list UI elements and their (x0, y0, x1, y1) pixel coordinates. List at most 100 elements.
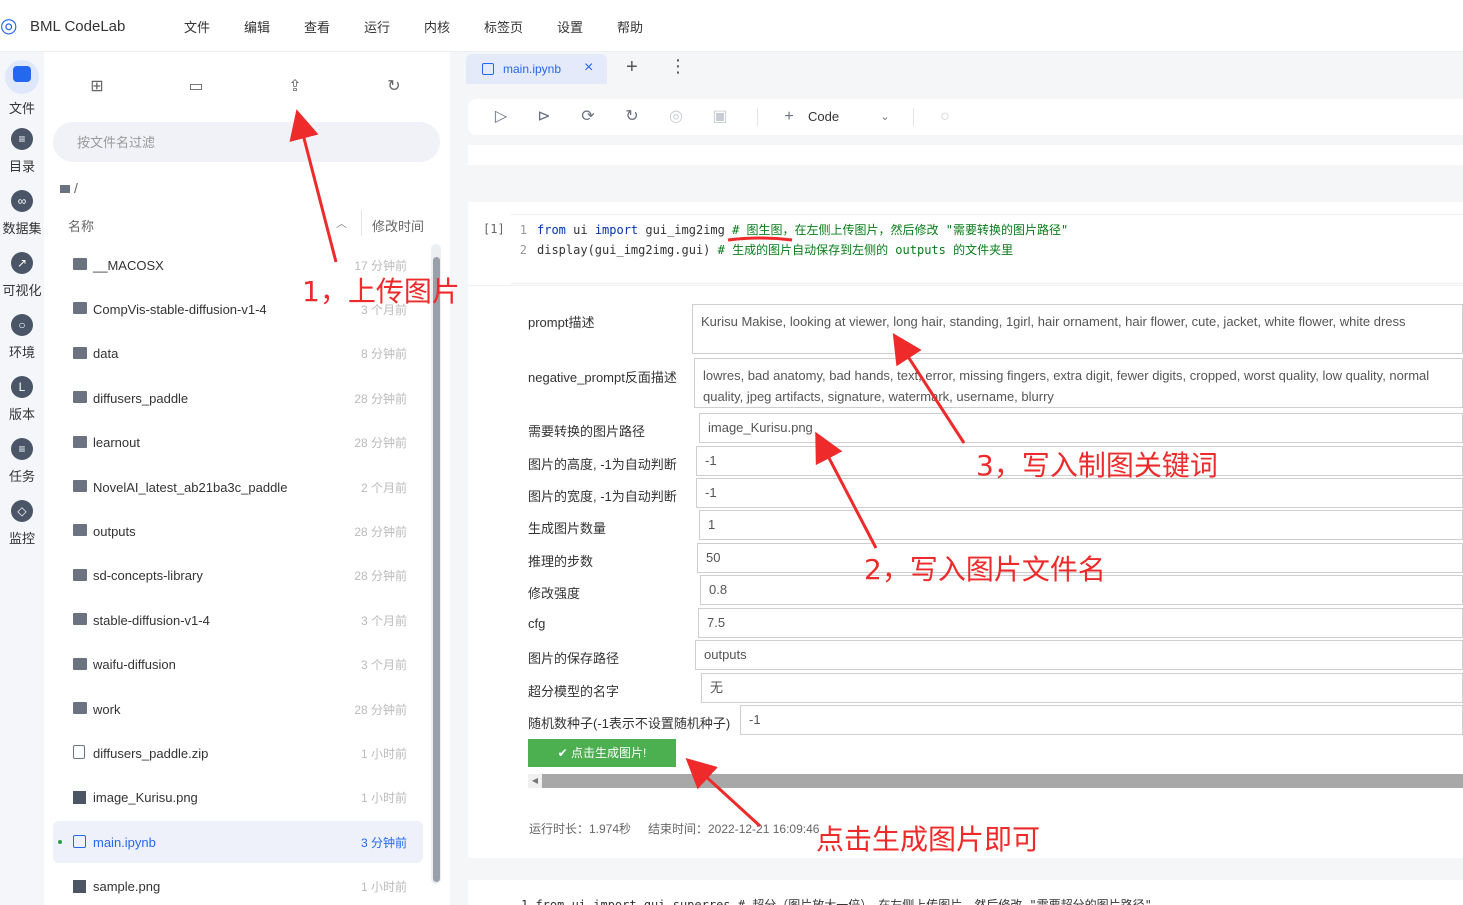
run-all-icon[interactable]: ⊳ (534, 107, 554, 127)
run-duration: 运行时长：1.974秒 (529, 822, 632, 836)
add-cell-icon[interactable]: + (779, 107, 799, 127)
prompt-textarea[interactable]: Kurisu Makise, looking at viewer, long h… (692, 304, 1463, 354)
file-name: waifu-diffusion (93, 657, 176, 673)
new-file-icon[interactable]: ⊞ (88, 78, 106, 96)
file-list-scroll-thumb[interactable] (433, 257, 440, 882)
new-folder-icon[interactable]: ▭ (187, 78, 205, 96)
clock-icon: L (11, 376, 33, 398)
chevron-down-icon[interactable]: ⌄ (875, 107, 895, 127)
menu-kernel[interactable]: 内核 (424, 17, 450, 36)
menu-settings[interactable]: 设置 (557, 17, 583, 36)
save-path-input[interactable]: outputs (695, 640, 1463, 670)
code-comment: # 生成的图片自动保存到左侧的 outputs 的文件夹里 (717, 243, 1014, 257)
column-header-modified[interactable]: 修改时间 (372, 216, 424, 235)
cell-type-select[interactable]: Code (808, 109, 839, 124)
file-row[interactable]: sd-concepts-library 28 分钟前 (53, 555, 423, 597)
rail-item-version[interactable]: L 版本 (0, 376, 44, 423)
next-code-cell[interactable]: 1 from ui import gui_superres # 超分（图片放大一… (468, 880, 1463, 905)
file-row[interactable]: diffusers_paddle.zip 1 小时前 (53, 732, 423, 774)
previous-cell[interactable] (468, 145, 1463, 165)
rail-item-toc[interactable]: ≡ 目录 (0, 128, 44, 175)
app-logo[interactable]: ◎ BML CodeLab (0, 14, 125, 38)
file-row[interactable]: sample.png 1 小时前 (53, 866, 423, 905)
folder-icon (73, 524, 87, 537)
code-text: gui_img2img (638, 223, 733, 237)
breadcrumb-path: / (74, 180, 78, 196)
file-row[interactable]: outputs 28 分钟前 (53, 510, 423, 552)
rail-item-visualize[interactable]: ↗ 可视化 (0, 252, 44, 299)
file-row[interactable]: diffusers_paddle 28 分钟前 (53, 377, 423, 419)
sort-asc-icon[interactable]: ︿ (336, 215, 347, 231)
folder-icon (73, 391, 87, 404)
output-h-scrollbar[interactable]: ◀ (528, 774, 1463, 788)
code-keyword: from (537, 223, 566, 237)
image-path-label: 需要转换的图片路径 (528, 424, 646, 439)
count-input[interactable]: 1 (699, 510, 1463, 540)
sr-model-input[interactable]: 无 (701, 673, 1463, 703)
menu-help[interactable]: 帮助 (617, 17, 643, 36)
file-browser: ⊞ ▭ ⇪ ↻ / 名称 ︿ 修改时间 __MACOSX17 分钟前CompVi… (44, 52, 450, 905)
file-row[interactable]: waifu-diffusion 3 个月前 (53, 644, 423, 686)
more-vertical-icon[interactable]: ⋮ (669, 56, 687, 77)
file-row[interactable]: stable-diffusion-v1-4 3 个月前 (53, 599, 423, 641)
file-row[interactable]: image_Kurisu.png 1 小时前 (53, 777, 423, 819)
rail-item-env[interactable]: ○ 环境 (0, 314, 44, 361)
file-row[interactable]: main.ipynb 3 分钟前 (53, 821, 423, 864)
menu-file[interactable]: 文件 (184, 17, 210, 36)
annotation-generate: 点击生成图片即可 (816, 823, 1041, 856)
file-modified-time: 28 分钟前 (354, 524, 407, 539)
annotation-keywords: 3，写入制图关键词 (976, 449, 1218, 482)
file-row[interactable]: work 28 分钟前 (53, 688, 423, 730)
add-tab-icon[interactable]: + (626, 56, 638, 79)
activity-rail: 文件 ≡ 目录 ∞ 数据集 ↗ 可视化 ○ 环境 L 版本 ≡ 任务 ◇ 监控 (0, 52, 44, 905)
file-name: main.ipynb (93, 834, 156, 850)
folder-icon (73, 302, 87, 315)
tab-main-ipynb[interactable]: main.ipynb × (466, 54, 607, 84)
file-row[interactable]: learnout 28 分钟前 (53, 422, 423, 464)
menu-run[interactable]: 运行 (364, 17, 390, 36)
file-name: NovelAI_latest_ab21ba3c_paddle (93, 479, 288, 495)
rail-label: 监控 (8, 531, 35, 546)
rail-label: 版本 (8, 407, 35, 422)
run-end-time: 结束时间：2022-12-21 16:09:46 (648, 822, 820, 836)
upload-icon[interactable]: ⇪ (286, 78, 304, 96)
restart-run-icon[interactable]: ⟳ (578, 107, 598, 127)
menu-view[interactable]: 查看 (304, 17, 330, 36)
scroll-left-icon[interactable]: ◀ (528, 774, 542, 788)
seed-input[interactable]: -1 (740, 705, 1463, 735)
breadcrumb[interactable]: / (60, 180, 78, 196)
rail-item-tasks[interactable]: ≡ 任务 (0, 438, 44, 485)
negative-prompt-textarea[interactable]: lowres, bad anatomy, bad hands, text, er… (694, 358, 1463, 408)
notebook-area: main.ipynb × + ⋮ ▷ ⊳ ⟳ ↻ ◎ ▣ + Code ⌄ ○ … (450, 52, 1463, 905)
file-modified-time: 1 小时前 (360, 880, 407, 895)
top-bar: ◎ BML CodeLab 文件 编辑 查看 运行 内核 标签页 设置 帮助 (0, 0, 1463, 52)
menu-edit[interactable]: 编辑 (244, 17, 270, 36)
file-modified-time: 8 分钟前 (360, 347, 407, 362)
monitor-icon: ◇ (11, 500, 33, 522)
cfg-input[interactable]: 7.5 (698, 608, 1463, 638)
file-modified-time: 1 小时前 (360, 746, 407, 761)
file-row[interactable]: data 8 分钟前 (53, 333, 423, 375)
run-icon[interactable]: ▷ (491, 107, 511, 127)
rail-label: 目录 (8, 159, 35, 174)
file-filter-input[interactable] (53, 122, 440, 162)
file-modified-time: 28 分钟前 (354, 702, 407, 717)
code-editor[interactable]: 1 from ui import gui_img2img # 图生图，在左侧上传图… (511, 214, 1463, 284)
rail-item-files[interactable]: 文件 (0, 60, 44, 117)
rail-item-monitor[interactable]: ◇ 监控 (0, 500, 44, 547)
file-row[interactable]: NovelAI_latest_ab21ba3c_paddle 2 个月前 (53, 466, 423, 508)
rail-item-dataset[interactable]: ∞ 数据集 (0, 190, 44, 237)
column-header-name[interactable]: 名称 (68, 216, 94, 235)
tab-label: main.ipynb (503, 62, 562, 76)
restart-icon[interactable]: ↻ (622, 107, 642, 127)
refresh-icon[interactable]: ↻ (385, 78, 403, 96)
save-icon[interactable]: ▣ (710, 107, 730, 127)
file-name: CompVis-stable-diffusion-v1-4 (93, 301, 267, 317)
folder-icon (60, 185, 70, 193)
menu-tabs[interactable]: 标签页 (484, 17, 523, 36)
interrupt-icon[interactable]: ◎ (666, 107, 686, 127)
generate-button[interactable]: ✔ 点击生成图片! (528, 739, 676, 767)
close-icon[interactable]: × (584, 59, 593, 77)
next-cell-code: 1 from ui import gui_superres # 超分（图片放大一… (521, 898, 1152, 905)
image-path-input[interactable]: image_Kurisu.png (699, 413, 1463, 443)
